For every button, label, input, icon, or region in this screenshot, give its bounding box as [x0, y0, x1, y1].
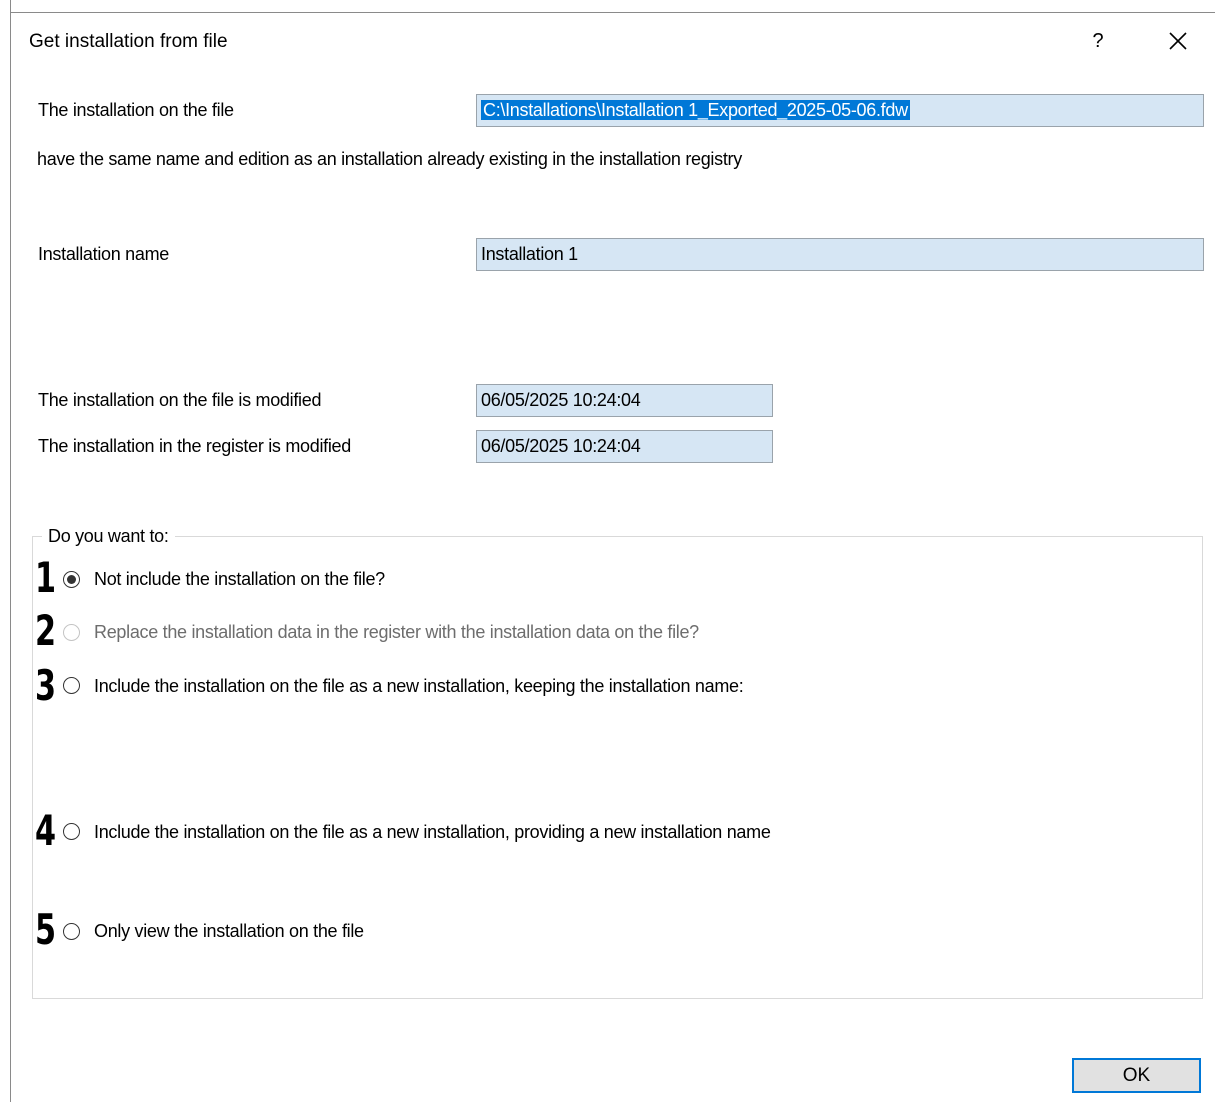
- file-modified-label: The installation on the file is modified: [38, 390, 322, 410]
- installation-name-field[interactable]: Installation 1: [476, 238, 1204, 271]
- dialog-top-border: [10, 12, 1215, 13]
- option-label-only-view[interactable]: Only view the installation on the file: [94, 921, 364, 942]
- close-button[interactable]: [1164, 27, 1192, 55]
- ok-button[interactable]: OK: [1072, 1058, 1201, 1093]
- option-number-4: 4: [35, 806, 57, 855]
- duplicate-message: have the same name and edition as an ins…: [37, 149, 742, 169]
- radio-replace[interactable]: [63, 624, 80, 641]
- radio-include-keep-name[interactable]: [63, 677, 80, 694]
- radio-include-new-name[interactable]: [63, 823, 80, 840]
- register-modified-label: The installation in the register is modi…: [38, 436, 351, 456]
- option-label-replace[interactable]: Replace the installation data in the reg…: [94, 622, 699, 643]
- dialog-left-border: [10, 0, 11, 1102]
- close-icon: [1169, 32, 1187, 50]
- help-button[interactable]: ?: [1088, 30, 1108, 53]
- dialog-title: Get installation from file: [29, 31, 228, 52]
- option-number-5: 5: [35, 905, 57, 954]
- installation-name-label: Installation name: [38, 244, 169, 264]
- option-label-not-include[interactable]: Not include the installation on the file…: [94, 569, 385, 590]
- option-number-3: 3: [35, 661, 57, 710]
- file-modified-field[interactable]: 06/05/2025 10:24:04: [476, 384, 773, 417]
- option-number-1: 1: [35, 553, 57, 602]
- option-label-include-keep-name[interactable]: Include the installation on the file as …: [94, 676, 744, 697]
- option-number-2: 2: [35, 606, 57, 655]
- file-path-value: C:\Installations\Installation 1_Exported…: [481, 100, 910, 120]
- register-modified-field[interactable]: 06/05/2025 10:24:04: [476, 430, 773, 463]
- option-label-include-new-name[interactable]: Include the installation on the file as …: [94, 822, 771, 843]
- file-label: The installation on the file: [38, 100, 234, 120]
- options-group-legend: Do you want to:: [42, 526, 175, 547]
- radio-only-view[interactable]: [63, 923, 80, 940]
- radio-not-include[interactable]: [63, 571, 80, 588]
- file-path-field[interactable]: C:\Installations\Installation 1_Exported…: [476, 94, 1204, 127]
